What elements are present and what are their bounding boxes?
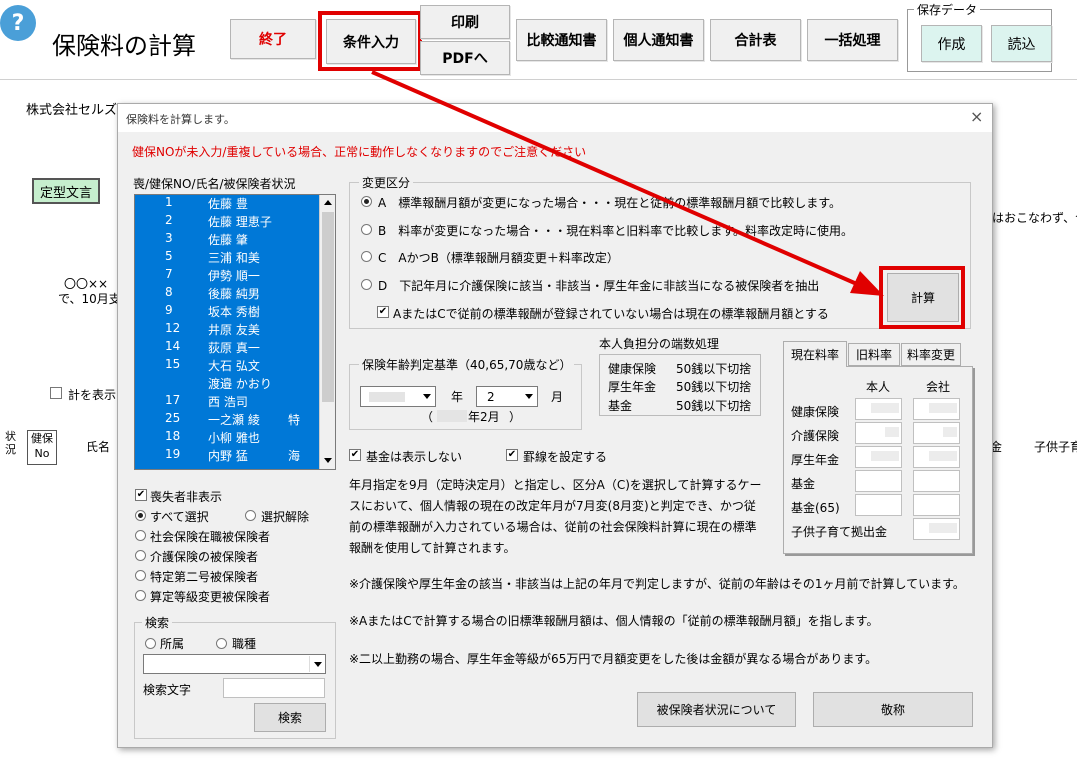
tab-old-rate[interactable]: 旧料率: [848, 343, 900, 366]
year-select[interactable]: [360, 386, 436, 407]
explain-line: 年月指定を9月（定時決定月）と指定し、区分A（C)を選択して計算するケー: [349, 478, 762, 492]
explain-line: 報酬を使用して計算されます。: [349, 541, 516, 555]
set-lines-checkbox[interactable]: ✔: [506, 449, 518, 461]
age-sub-close: ）: [509, 410, 522, 424]
tab-current-rate[interactable]: 現在料率: [783, 341, 847, 367]
rate-cell[interactable]: [855, 398, 902, 420]
rate-row-label: 厚生年金: [791, 453, 840, 467]
rounding-value-0: 50銭以下切捨: [676, 362, 752, 376]
rate-cell[interactable]: [855, 470, 902, 492]
rounding-name-0: 健康保険: [608, 362, 657, 376]
age-group-label: 保険年齢判定基準（40,65,70歳など）: [359, 356, 575, 373]
age-sub-value: 年2月: [468, 410, 500, 424]
honorific-button[interactable]: 敬称: [813, 692, 973, 727]
rate-row-label: 子供子育て拠出金: [791, 525, 888, 539]
explain-line: 前の標準報酬が入力されている場合は、従前の社会保険料計算に現在の標準: [349, 520, 757, 534]
rate-cell[interactable]: [913, 446, 960, 468]
rates-col-company: 会社: [926, 380, 951, 394]
insured-status-button[interactable]: 被保険者状況について: [637, 692, 796, 727]
rounding-value-2: 50銭以下切捨: [676, 399, 752, 413]
rounding-name-1: 厚生年金: [608, 380, 657, 394]
rounding-value-1: 50銭以下切捨: [676, 380, 752, 394]
rate-cell[interactable]: [913, 518, 960, 540]
hide-fund-label: 基金は表示しない: [366, 450, 463, 464]
set-lines-label: 罫線を設定する: [523, 450, 608, 464]
rate-row-label: 基金: [791, 477, 816, 491]
rate-row-label: 介護保険: [791, 429, 840, 443]
month-unit: 月: [551, 390, 564, 404]
rate-cell[interactable]: [855, 446, 902, 468]
tab-rate-change[interactable]: 料率変更: [901, 343, 961, 366]
rate-cell[interactable]: [913, 494, 960, 516]
note-1: ※介護保険や厚生年金の該当・非該当は上記の年月で判定しますが、従前の年齢はその1…: [349, 577, 965, 591]
rounding-name-2: 基金: [608, 399, 633, 413]
rate-cell[interactable]: [855, 422, 902, 444]
year-unit: 年: [451, 390, 464, 404]
month-select[interactable]: 2: [476, 386, 538, 407]
rate-cell[interactable]: [913, 398, 960, 420]
age-sub-open: （: [421, 410, 434, 424]
rate-cell[interactable]: [913, 422, 960, 444]
rate-row-label: 健康保険: [791, 405, 840, 419]
hide-fund-checkbox[interactable]: ✔: [349, 449, 361, 461]
note-3: ※二以上勤務の場合、厚生年金等級が65万円で月額変更をした後は金額が異なる場合が…: [349, 652, 878, 666]
chevron-down-icon: [423, 394, 431, 399]
rounding-label: 本人負担分の端数処理: [599, 337, 720, 351]
rate-row-label: 基金(65): [791, 501, 840, 515]
chevron-down-icon: [525, 394, 533, 399]
note-2: ※AまたはCで計算する場合の旧標準報酬月額は、個人情報の「従前の標準報酬月額」を…: [349, 614, 879, 628]
rate-cell[interactable]: [855, 494, 902, 516]
rates-col-person: 本人: [866, 380, 891, 394]
rate-cell[interactable]: [913, 470, 960, 492]
explain-line: スにおいて、個人情報の現在の改定年月が7月変(8月変)と判定でき、かつ従: [349, 499, 756, 513]
